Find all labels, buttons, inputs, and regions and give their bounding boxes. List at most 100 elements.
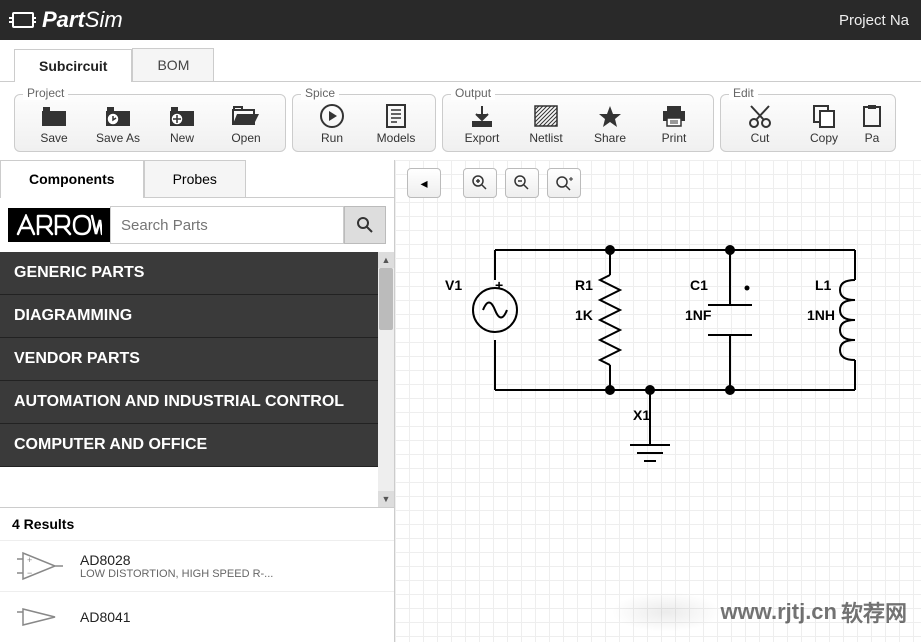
- result-name: AD8041: [80, 609, 382, 625]
- results-header: 4 Results: [0, 507, 394, 540]
- scroll-down-icon[interactable]: ▼: [378, 491, 394, 507]
- tab-bom[interactable]: BOM: [132, 48, 214, 81]
- open-icon: [231, 103, 261, 129]
- result-desc: LOW DISTORTION, HIGH SPEED R-...: [80, 568, 340, 580]
- chip-icon: [12, 12, 34, 28]
- r1-label: R1: [575, 277, 593, 293]
- result-item[interactable]: AD8041: [0, 591, 394, 642]
- toolbar-group-output: Output Export Netlist Share Print: [442, 94, 714, 152]
- run-icon: [317, 103, 347, 129]
- print-icon: [659, 103, 689, 129]
- zoom-fit-icon: [554, 174, 574, 192]
- logo-text-bold: Part: [42, 7, 85, 33]
- main-tabbar: Subcircuit BOM: [0, 40, 921, 82]
- app-logo: PartSim: [12, 7, 123, 33]
- zoom-out-button[interactable]: [505, 168, 539, 198]
- arrow-logo: [8, 208, 110, 242]
- canvas-tools: ◂: [407, 168, 581, 198]
- left-tabs: Components Probes: [0, 160, 394, 198]
- open-button[interactable]: Open: [215, 101, 277, 147]
- new-icon: [167, 103, 197, 129]
- tab-components[interactable]: Components: [0, 160, 144, 197]
- run-button[interactable]: Run: [301, 101, 363, 147]
- result-name: AD8028: [80, 552, 382, 568]
- tab-probes[interactable]: Probes: [144, 160, 246, 197]
- group-label: Edit: [729, 86, 758, 100]
- logo-text-light: Sim: [85, 7, 123, 33]
- share-icon: [595, 103, 625, 129]
- category-item[interactable]: DIAGRAMMING: [0, 295, 394, 338]
- project-name-label: Project Na: [839, 12, 909, 29]
- opamp-icon: +−: [12, 547, 68, 585]
- zoom-in-icon: [471, 174, 489, 192]
- share-button[interactable]: Share: [579, 101, 641, 147]
- toolbar-group-spice: Spice Run Models: [292, 94, 436, 152]
- result-text: AD8041: [80, 609, 382, 625]
- models-icon: [381, 103, 411, 129]
- group-label: Spice: [301, 86, 339, 100]
- schematic-canvas[interactable]: ◂ V1 + R1 1K C1 1NF: [395, 160, 921, 642]
- zoom-out-icon: [513, 174, 531, 192]
- export-icon: [467, 103, 497, 129]
- c1-value: 1NF: [685, 307, 712, 323]
- l1-label: L1: [815, 277, 832, 293]
- category-item[interactable]: GENERIC PARTS: [0, 252, 394, 295]
- scroll-up-icon[interactable]: ▲: [378, 252, 394, 268]
- print-button[interactable]: Print: [643, 101, 705, 147]
- search-icon: [356, 216, 374, 234]
- watermark-url: www.rjtj.cn: [720, 599, 837, 625]
- topbar: PartSim Project Na: [0, 0, 921, 40]
- circuit-diagram[interactable]: V1 + R1 1K C1 1NF L1 1NH X1: [435, 220, 895, 560]
- models-button[interactable]: Models: [365, 101, 427, 147]
- paste-button[interactable]: Pa: [857, 101, 887, 147]
- zoom-in-button[interactable]: [463, 168, 497, 198]
- watermark: www.rjtj.cn软荐网: [720, 596, 907, 628]
- toolbar: Project Save Save As New Open Spice Run …: [0, 82, 921, 160]
- toolbar-group-project: Project Save Save As New Open: [14, 94, 286, 152]
- toolbar-group-edit: Edit Cut Copy Pa: [720, 94, 896, 152]
- search-row: [0, 198, 394, 252]
- export-button[interactable]: Export: [451, 101, 513, 147]
- category-item[interactable]: COMPUTER AND OFFICE: [0, 424, 394, 467]
- r1-value: 1K: [575, 307, 593, 323]
- opamp-icon: [12, 598, 68, 636]
- group-label: Output: [451, 86, 495, 100]
- result-text: AD8028 LOW DISTORTION, HIGH SPEED R-...: [80, 552, 382, 580]
- result-item[interactable]: +− AD8028 LOW DISTORTION, HIGH SPEED R-.…: [0, 540, 394, 591]
- group-label: Project: [23, 86, 68, 100]
- copy-button[interactable]: Copy: [793, 101, 855, 147]
- cut-button[interactable]: Cut: [729, 101, 791, 147]
- save-button[interactable]: Save: [23, 101, 85, 147]
- svg-text:−: −: [27, 568, 32, 578]
- netlist-button[interactable]: Netlist: [515, 101, 577, 147]
- v1-label: V1: [445, 277, 462, 293]
- saveas-icon: [103, 103, 133, 129]
- category-item[interactable]: VENDOR PARTS: [0, 338, 394, 381]
- category-list: GENERIC PARTS DIAGRAMMING VENDOR PARTS A…: [0, 252, 394, 507]
- main-area: Components Probes GENERIC PARTS DIAGRAMM…: [0, 160, 921, 642]
- watermark-cn: 软荐网: [841, 596, 907, 628]
- left-panel: Components Probes GENERIC PARTS DIAGRAMM…: [0, 160, 395, 642]
- scrollbar[interactable]: ▲ ▼: [378, 252, 394, 507]
- c1-label: C1: [690, 277, 708, 293]
- paste-icon: [857, 103, 887, 129]
- watermark-bg: [611, 592, 721, 632]
- search-input[interactable]: [110, 206, 344, 244]
- svg-text:+: +: [27, 555, 32, 565]
- zoom-fit-button[interactable]: [547, 168, 581, 198]
- netlist-icon: [531, 103, 561, 129]
- copy-icon: [809, 103, 839, 129]
- svg-text:+: +: [495, 277, 503, 293]
- tab-subcircuit[interactable]: Subcircuit: [14, 49, 132, 82]
- saveas-button[interactable]: Save As: [87, 101, 149, 147]
- scroll-thumb[interactable]: [379, 268, 393, 330]
- save-icon: [39, 103, 69, 129]
- l1-value: 1NH: [807, 307, 835, 323]
- category-item[interactable]: AUTOMATION AND INDUSTRIAL CONTROL: [0, 381, 394, 424]
- cut-icon: [745, 103, 775, 129]
- chevron-left-icon: ◂: [420, 175, 427, 192]
- search-button[interactable]: [344, 206, 386, 244]
- x1-label: X1: [633, 407, 650, 423]
- collapse-panel-button[interactable]: ◂: [407, 168, 441, 198]
- new-button[interactable]: New: [151, 101, 213, 147]
